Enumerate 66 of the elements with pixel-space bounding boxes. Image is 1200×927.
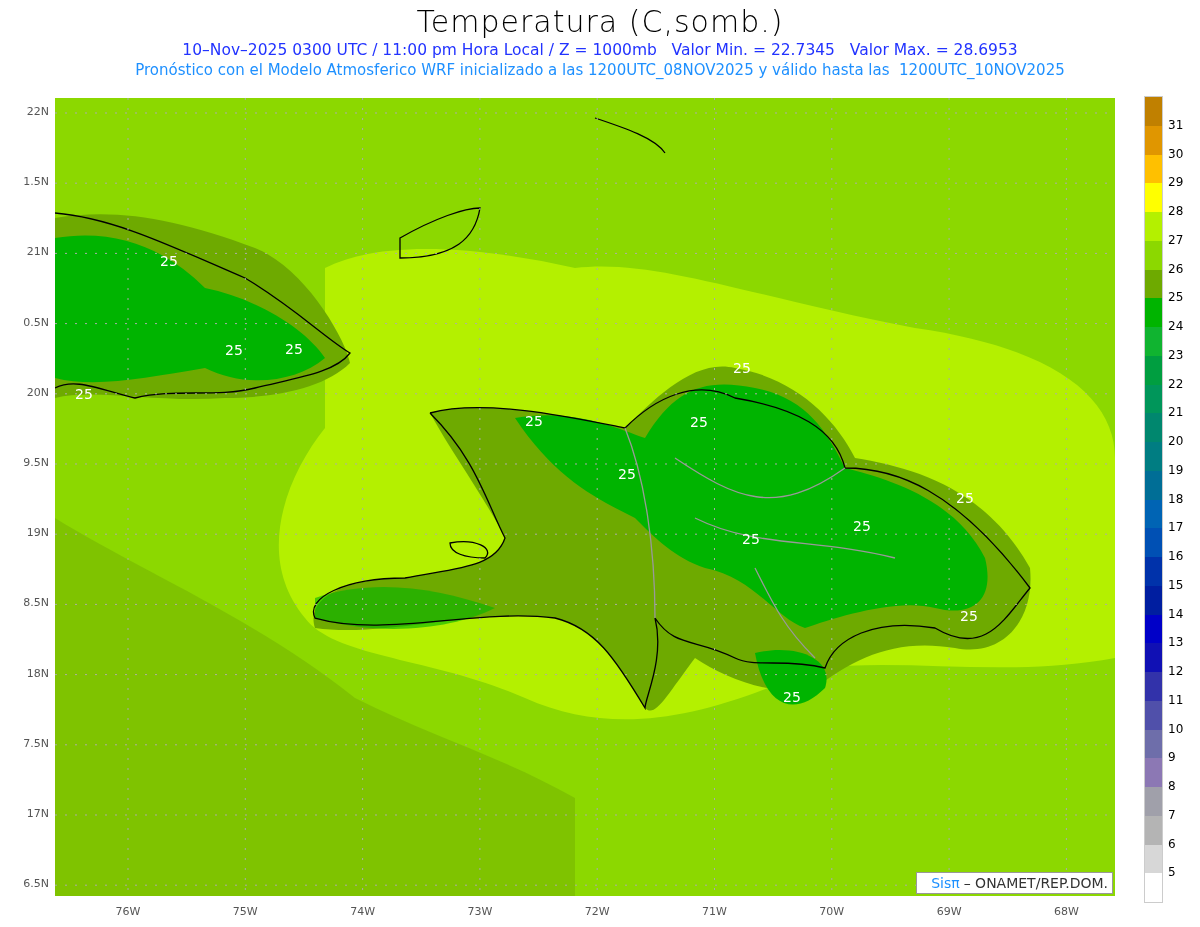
colorbar-label: 20 [1168, 433, 1184, 449]
contour-label: 25 [525, 413, 543, 429]
colorbar-label: 6 [1168, 835, 1176, 852]
longitude-label: 75W [231, 905, 259, 918]
latitude-label: 17N [26, 807, 49, 820]
longitude-label: 72W [583, 905, 611, 918]
latitude-label: 9.5N [23, 456, 49, 469]
colorbar-label: 7 [1168, 806, 1176, 823]
colorbar-label: 21 [1168, 404, 1184, 421]
contour-label: 25 [742, 531, 760, 547]
model-description: Pronóstico con el Modelo Atmosferico WRF inicializado a las 1200UTC_08NOV2025 y válido hasta las 1200UTC_10NOV2025 [135, 60, 1065, 80]
contour-label: 25 [956, 490, 974, 506]
contour-label: 25 [285, 341, 303, 357]
colorbar-label: 31 [1168, 116, 1184, 133]
contour-label: 25 [75, 386, 93, 402]
contour-label: 25 [783, 689, 801, 705]
longitude-label: 74W [349, 905, 377, 918]
longitude-label: 69W [935, 905, 963, 918]
contour-label: 25 [160, 253, 178, 269]
colorbar-label: 19 [1168, 461, 1184, 478]
colorbar-label: 14 [1168, 605, 1184, 622]
latitude-label: 6.5N [23, 877, 49, 891]
colorbar-label: 13 [1168, 634, 1184, 651]
longitude-label: 68W [1052, 905, 1080, 918]
colorbar-label: 17 [1168, 519, 1184, 536]
colorbar-label: 12 [1168, 663, 1184, 679]
colorbar-label: 8 [1168, 778, 1176, 794]
colorbar-label: 11 [1168, 691, 1184, 708]
colorbar-label: 22 [1168, 375, 1184, 392]
longitude-label: 76W [114, 905, 142, 918]
colorbar-label: 30 [1168, 145, 1184, 162]
contour-label: 25 [225, 342, 243, 358]
colorbar-label: 26 [1168, 260, 1184, 277]
latitude-label: 19N [26, 526, 49, 540]
latitude-label: 21N [26, 245, 49, 259]
colorbar-label: 29 [1168, 174, 1184, 191]
colorbar-label: 16 [1168, 548, 1184, 564]
colorbar-label: 24 [1168, 318, 1184, 334]
brand-name: Sisπ [931, 874, 960, 892]
latitude-label: 7.5N [23, 736, 49, 750]
latitude-label: 18N [26, 666, 49, 680]
latitude-label: 22N [26, 105, 49, 118]
colorbar-label: 5 [1168, 864, 1176, 881]
colorbar-label: 9 [1168, 749, 1176, 766]
colorbar-label: 27 [1168, 231, 1184, 248]
longitude-label: 73W [466, 905, 494, 918]
colorbar-label: 28 [1168, 203, 1184, 219]
latitude-label: 20N [26, 385, 49, 399]
contour-label: 25 [960, 608, 978, 624]
contour-label: 25 [690, 414, 708, 430]
longitude-label: 71W [701, 905, 728, 918]
longitude-label: 70W [818, 905, 846, 918]
latitude-label: 1.5N [23, 175, 49, 189]
credit-text: – ONAMET/REP.DOM. [963, 874, 1108, 892]
colorbar-label: 25 [1168, 289, 1184, 306]
contour-label: 25 [733, 360, 751, 376]
colorbar-label: 18 [1168, 490, 1184, 507]
colorbar-label: 10 [1168, 720, 1184, 737]
colorbar-label: 23 [1168, 346, 1184, 363]
contour-label: 25 [853, 518, 871, 534]
latitude-label: 8.5N [23, 596, 49, 610]
run-info: 10–Nov–2025 0300 UTC / 11:00 pm Hora Local / Z = 1000mb Valor Min. = 22.7345 Valor Max. = 28.6953 [182, 40, 1018, 60]
latitude-label: 0.5N [23, 315, 49, 329]
chart-title: Temperatura (C,somb.) [416, 4, 784, 40]
contour-label: 25 [618, 466, 636, 482]
colorbar-label: 15 [1168, 576, 1184, 593]
